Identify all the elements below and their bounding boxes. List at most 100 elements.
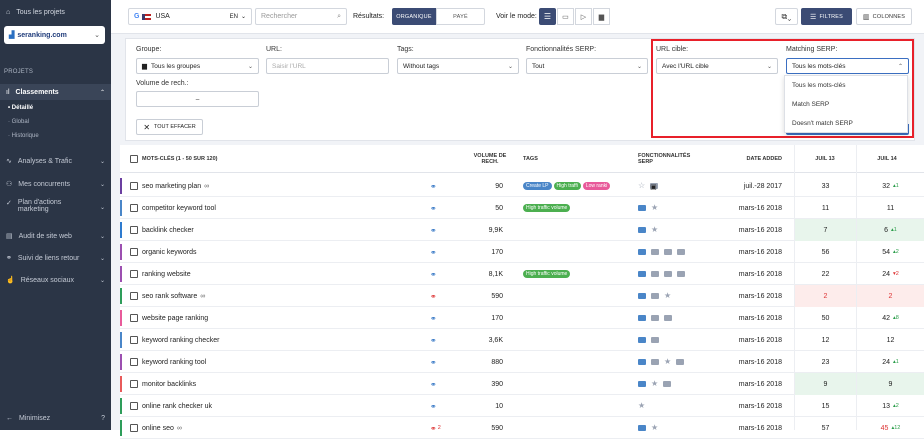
minimize-button[interactable]: ← Minimisez? xyxy=(0,412,111,424)
sidebar-item-competitors[interactable]: ⚇ Mes concurrents ⌄ xyxy=(0,177,111,191)
table-row[interactable]: monitor backlinks ⚭ 390 ★ mars-16 2018 9… xyxy=(120,373,924,395)
col-tags[interactable]: TAGS xyxy=(523,156,538,162)
sidebar-item-site-audit[interactable]: ▤ Audit de site web ⌄ xyxy=(0,229,111,243)
tag-badge[interactable]: Low ranki xyxy=(582,182,611,190)
keyword-text[interactable]: keyword ranking checker xyxy=(142,329,222,351)
target-url-link-icon[interactable]: ⚭ xyxy=(430,285,437,307)
volume-range-input[interactable]: – xyxy=(136,91,259,107)
col-jul13[interactable]: JUIL 13 xyxy=(810,156,840,162)
keyword-text[interactable]: keyword ranking tool xyxy=(142,351,209,373)
sidebar-item-social[interactable]: ☝ Réseaux sociaux ⌄ xyxy=(0,273,111,287)
table-row[interactable]: seo marketing plan ∞ ⚭ 90 Create LP High t… xyxy=(120,175,924,197)
col-jul14[interactable]: JUIL 14 xyxy=(872,156,902,162)
project-selector[interactable]: ▟ seranking.com ⌄ xyxy=(4,26,105,44)
row-checkbox[interactable] xyxy=(130,329,138,351)
group-color-marker xyxy=(120,376,122,392)
group-view-icon[interactable]: ▆ xyxy=(593,8,610,25)
table-row[interactable]: keyword ranking checker ⚭ 3,6K mars-16 2… xyxy=(120,329,924,351)
target-url-link-icon[interactable]: ⚭ xyxy=(430,175,437,197)
filters-button[interactable]: ☰ FILTRES xyxy=(801,8,852,25)
keyword-text[interactable]: monitor backlinks xyxy=(142,373,199,395)
tag-badge[interactable]: High traffic volume xyxy=(523,270,571,278)
table-row[interactable]: keyword ranking tool ⚭ 880 ★ mars-16 201… xyxy=(120,351,924,373)
engine-country-select[interactable]: G USA EN ⌄ xyxy=(128,8,252,25)
table-row[interactable]: online rank checker uk ⚭ 10 ★ mars-16 20… xyxy=(120,395,924,417)
target-url-link-icon[interactable]: ⚭ xyxy=(430,241,437,263)
col-volume[interactable]: VOLUME DE RECH. xyxy=(470,153,510,165)
keyword-text[interactable]: online rank checker uk xyxy=(142,395,215,417)
columns-button[interactable]: ▥ COLONNES xyxy=(856,8,912,25)
sidebar-item-backlinks[interactable]: ⚭ Suivi de liens retour ⌄ xyxy=(0,251,111,265)
paid-toggle[interactable]: PAYÉ xyxy=(436,8,485,25)
tag-badge[interactable]: Create LP xyxy=(523,182,552,190)
sidebar-item-analytics[interactable]: ∿ Analyses & Trafic ⌄ xyxy=(0,154,111,168)
col-date-added[interactable]: DATE ADDED xyxy=(742,156,782,162)
keyword-text[interactable]: ranking website xyxy=(142,263,194,285)
target-url-link-icon[interactable]: ⚭ xyxy=(430,351,437,373)
col-serp-features[interactable]: FONCTIONNALITÉS SERP xyxy=(638,153,690,165)
sidebar-item-label: Classements xyxy=(15,88,59,96)
folder-view-icon[interactable]: ▭ xyxy=(557,8,574,25)
keyword-text[interactable]: seo marketing plan ∞ xyxy=(142,175,209,197)
row-checkbox[interactable] xyxy=(130,219,138,241)
keyword-text[interactable]: website page ranking xyxy=(142,307,211,329)
row-checkbox[interactable] xyxy=(130,263,138,285)
group-select[interactable]: ▆ Tous les groupes ⌄ xyxy=(136,58,259,74)
arrow-left-icon: ← xyxy=(6,414,13,422)
row-checkbox[interactable] xyxy=(130,285,138,307)
select-all-checkbox[interactable] xyxy=(130,155,138,165)
tag-badge[interactable]: High traffic volume xyxy=(523,204,571,212)
row-checkbox[interactable] xyxy=(130,395,138,417)
sidebar-sub-detailed[interactable]: • Détaillé xyxy=(8,105,33,111)
sidebar-item-marketing-plan[interactable]: ✓ Plan d'actions marketing ⌄ xyxy=(0,199,111,219)
search-volume: 10 xyxy=(495,402,503,410)
target-url-link-icon[interactable]: ⚭ xyxy=(430,263,437,285)
row-checkbox[interactable] xyxy=(130,417,138,439)
target-url-link-icon[interactable]: ⚭ xyxy=(430,395,437,417)
serp-features-select[interactable]: Tout ⌄ xyxy=(526,58,648,74)
target-url-link-icon[interactable]: ⚭ xyxy=(430,373,437,395)
row-checkbox[interactable] xyxy=(130,197,138,219)
search-input[interactable]: Rechercher ⌕ xyxy=(255,8,347,25)
row-checkbox[interactable] xyxy=(130,373,138,395)
row-checkbox[interactable] xyxy=(130,175,138,197)
row-checkbox[interactable] xyxy=(130,307,138,329)
table-row[interactable]: organic keywords ⚭ 170 mars-16 2018 56 5… xyxy=(120,241,924,263)
keyword-text[interactable]: backlink checker xyxy=(142,219,197,241)
target-url-link-icon[interactable]: ⚭ xyxy=(430,307,437,329)
table-row[interactable]: seo rank software ∞ ⚭ 590 ★ mars-16 2018 … xyxy=(120,285,924,307)
tag-badge[interactable]: High traffi xyxy=(553,182,581,190)
table-row[interactable]: ranking website ⚭ 8,1K High traffic volu… xyxy=(120,263,924,285)
sidebar-item-rankings[interactable]: ıl Classements ⌃ xyxy=(0,84,111,100)
table-row[interactable]: backlink checker ⚭ 9,9K ★ mars-16 2018 7… xyxy=(120,219,924,241)
dropdown-option-match[interactable]: Match SERP xyxy=(785,95,907,114)
list-view-icon[interactable]: ☰ xyxy=(539,8,556,25)
clear-all-button[interactable]: ✕ TOUT EFFACER xyxy=(136,119,203,135)
dropdown-option-all[interactable]: Tous les mots-clés xyxy=(785,76,907,95)
url-input[interactable]: Saisir l'URL xyxy=(266,58,389,74)
col-keywords[interactable]: MOTS-CLÉS (1 - 50 SUR 120) xyxy=(142,156,218,162)
target-url-link-icon[interactable]: ⚭ xyxy=(430,329,437,351)
dropdown-option-no-match[interactable]: Doesn't match SERP xyxy=(785,114,907,133)
target-url-link-icon[interactable]: ⚭ xyxy=(430,197,437,219)
date-added: mars-16 2018 xyxy=(738,314,782,322)
table-row[interactable]: competitor keyword tool ⚭ 50 High traffi… xyxy=(120,197,924,219)
row-checkbox[interactable] xyxy=(130,351,138,373)
row-checkbox[interactable] xyxy=(130,241,138,263)
target-url-link-icon[interactable]: ⚭ 2 xyxy=(430,417,441,439)
table-row[interactable]: online seo ∞ ⚭ 2 590 ★ mars-16 2018 57 45 ▴… xyxy=(120,417,924,439)
table-row[interactable]: website page ranking ⚭ 170 mars-16 2018 … xyxy=(120,307,924,329)
tag-view-icon[interactable]: ▷ xyxy=(575,8,592,25)
sidebar-sub-history[interactable]: · Historique xyxy=(8,133,39,139)
keyword-text[interactable]: online seo ∞ xyxy=(142,417,182,439)
target-url-link-icon[interactable]: ⚭ xyxy=(430,219,437,241)
keyword-text[interactable]: competitor keyword tool xyxy=(142,197,219,219)
matching-serp-dropdown: Tous les mots-clés Match SERP Doesn't ma… xyxy=(784,75,908,133)
sidebar-sub-global[interactable]: · Global xyxy=(8,119,29,125)
keyword-text[interactable]: organic keywords xyxy=(142,241,199,263)
copy-menu-icon[interactable]: ⧉⌄ xyxy=(775,8,798,25)
keyword-text[interactable]: seo rank software ∞ xyxy=(142,285,205,307)
organic-toggle[interactable]: ORGANIQUE xyxy=(392,8,436,25)
tags-select[interactable]: Without tags ⌄ xyxy=(397,58,519,74)
all-projects-link[interactable]: ⌂ Tous les projets xyxy=(0,0,111,24)
